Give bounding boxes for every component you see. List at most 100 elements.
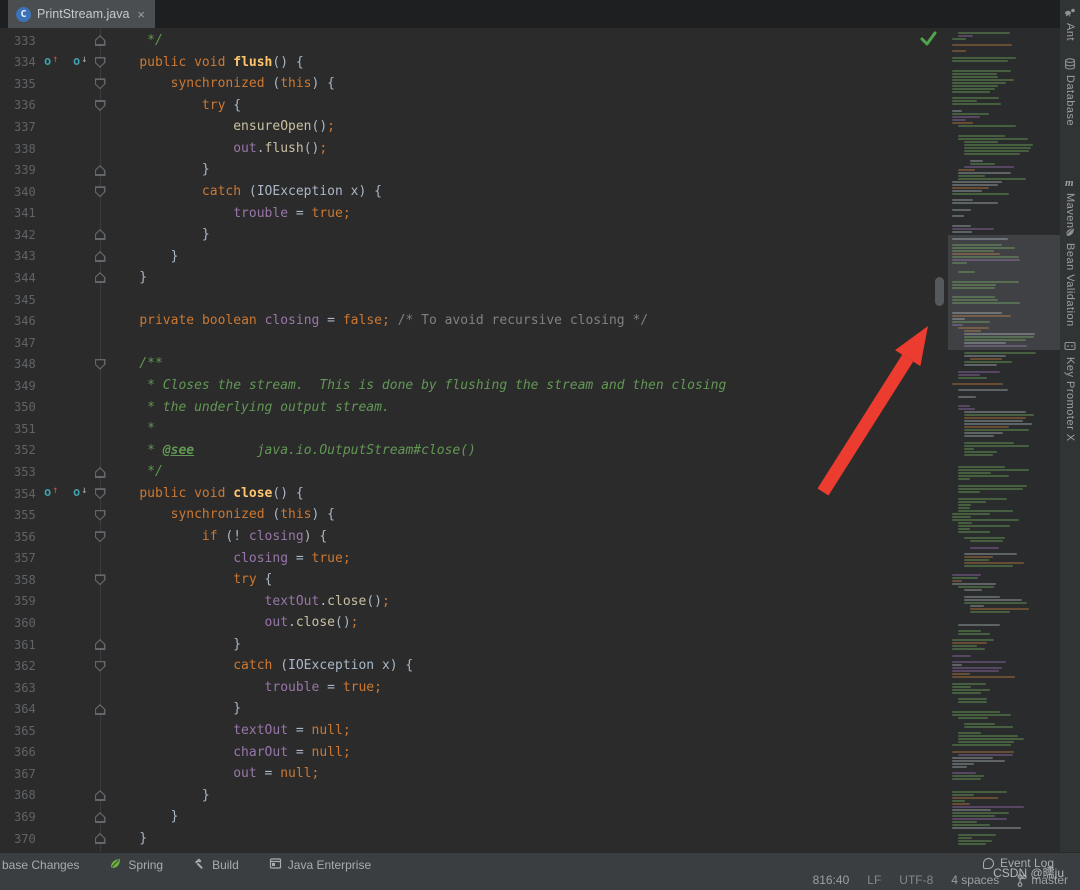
code-text[interactable]: catch (IOException x) { (108, 181, 382, 203)
method-is-overridden-icon[interactable]: o ↓ (73, 54, 87, 68)
line-number[interactable]: 354 (0, 487, 40, 501)
fold-start-marker-icon[interactable] (94, 531, 106, 543)
line-number[interactable]: 343 (0, 249, 40, 263)
toolwindow-button-key-promoter-x[interactable]: Key Promoter X (1060, 340, 1080, 442)
code-text[interactable]: * @see java.io.OutputStream#close() (108, 440, 476, 462)
fold-start-marker-icon[interactable] (94, 574, 106, 586)
fold-start-marker-icon[interactable] (94, 358, 106, 370)
code-text[interactable]: public void flush() { (108, 52, 303, 74)
fold-end-marker-icon[interactable] (95, 704, 106, 715)
line-number[interactable]: 337 (0, 120, 40, 134)
editor-scrollbar-thumb[interactable] (935, 277, 944, 306)
line-number[interactable]: 347 (0, 336, 40, 350)
line-number[interactable]: 368 (0, 788, 40, 802)
line-number[interactable]: 365 (0, 724, 40, 738)
fold-end-marker-icon[interactable] (95, 833, 106, 844)
line-number[interactable]: 339 (0, 163, 40, 177)
code-text[interactable]: */ (108, 30, 163, 52)
fold-end-marker-icon[interactable] (95, 35, 106, 46)
line-number[interactable]: 340 (0, 185, 40, 199)
code-text[interactable]: out.flush(); (108, 138, 327, 160)
fold-start-marker-icon[interactable] (94, 56, 106, 68)
fold-end-marker-icon[interactable] (95, 251, 106, 262)
line-number[interactable]: 370 (0, 832, 40, 846)
line-number[interactable]: 363 (0, 681, 40, 695)
inspection-ok-icon[interactable] (919, 29, 938, 53)
line-number[interactable]: 367 (0, 767, 40, 781)
overrides-method-icon[interactable]: o ↑ (44, 54, 58, 68)
code-text[interactable]: textOut = null; (108, 720, 350, 742)
code-text[interactable]: */ (108, 461, 163, 483)
line-number[interactable]: 352 (0, 443, 40, 457)
line-number[interactable]: 346 (0, 314, 40, 328)
code-text[interactable]: } (108, 246, 179, 268)
line-number[interactable]: 364 (0, 702, 40, 716)
code-text[interactable]: charOut = null; (108, 742, 350, 764)
toolwindow-button-bean-validation[interactable]: Bean Validation (1060, 226, 1080, 327)
code-text[interactable]: * Closes the stream. This is done by flu… (108, 375, 726, 397)
tab-close-icon[interactable]: × (135, 8, 145, 21)
code-text[interactable]: if (! closing) { (108, 526, 327, 548)
code-text[interactable]: out.close(); (108, 612, 359, 634)
fold-end-marker-icon[interactable] (95, 229, 106, 240)
code-text[interactable]: } (108, 634, 241, 656)
toolwindow-button-java-enterprise[interactable]: Java Enterprise (269, 857, 371, 873)
toolwindow-button-maven[interactable]: m Maven (1060, 176, 1080, 229)
line-number[interactable]: 357 (0, 551, 40, 565)
line-number[interactable]: 349 (0, 379, 40, 393)
minimap-viewport[interactable] (948, 235, 1060, 350)
line-number[interactable]: 338 (0, 142, 40, 156)
line-number[interactable]: 362 (0, 659, 40, 673)
toolwindow-button-database[interactable]: Database (1060, 58, 1080, 126)
line-number[interactable]: 336 (0, 98, 40, 112)
code-text[interactable]: try { (108, 95, 241, 117)
code-text[interactable]: catch (IOException x) { (108, 655, 413, 677)
line-number[interactable]: 355 (0, 508, 40, 522)
code-text[interactable]: synchronized (this) { (108, 504, 335, 526)
fold-end-marker-icon[interactable] (95, 790, 106, 801)
code-text[interactable]: } (108, 828, 147, 850)
file-encoding[interactable]: UTF-8 (899, 873, 933, 887)
code-text[interactable]: /** (108, 353, 163, 375)
fold-start-marker-icon[interactable] (94, 78, 106, 90)
line-number[interactable]: 334 (0, 55, 40, 69)
fold-end-marker-icon[interactable] (95, 272, 106, 283)
code-text[interactable]: try { (108, 569, 272, 591)
code-text[interactable]: trouble = true; (108, 203, 350, 225)
line-separator[interactable]: LF (867, 873, 881, 887)
code-text[interactable]: * (108, 418, 155, 440)
line-number[interactable]: 344 (0, 271, 40, 285)
line-number[interactable]: 369 (0, 810, 40, 824)
code-text[interactable]: } (108, 224, 210, 246)
fold-start-marker-icon[interactable] (94, 660, 106, 672)
code-minimap[interactable] (948, 28, 1060, 852)
line-number[interactable]: 360 (0, 616, 40, 630)
toolwindow-button-build[interactable]: Build (193, 857, 239, 873)
fold-start-marker-icon[interactable] (94, 488, 106, 500)
code-text[interactable]: } (108, 698, 241, 720)
toolwindow-button-spring[interactable]: Spring (109, 857, 163, 873)
line-number[interactable]: 351 (0, 422, 40, 436)
overrides-method-icon[interactable]: o ↑ (44, 485, 58, 499)
fold-end-marker-icon[interactable] (95, 639, 106, 650)
code-text[interactable]: public void close() { (108, 483, 303, 505)
toolwindow-button-base-changes[interactable]: base Changes (2, 858, 79, 872)
method-is-overridden-icon[interactable]: o ↓ (73, 485, 87, 499)
fold-start-marker-icon[interactable] (94, 186, 106, 198)
code-text[interactable]: } (108, 267, 147, 289)
fold-end-marker-icon[interactable] (95, 165, 106, 176)
toolwindow-button-ant[interactable]: Ant (1060, 6, 1080, 41)
code-text[interactable]: trouble = true; (108, 677, 382, 699)
line-number[interactable]: 350 (0, 400, 40, 414)
line-number[interactable]: 345 (0, 293, 40, 307)
code-text[interactable]: private boolean closing = false; /* To a… (108, 310, 648, 332)
line-number[interactable]: 342 (0, 228, 40, 242)
line-number[interactable]: 359 (0, 594, 40, 608)
line-number[interactable]: 348 (0, 357, 40, 371)
tab-printstream-java[interactable]: C PrintStream.java × (8, 0, 155, 28)
fold-end-marker-icon[interactable] (95, 467, 106, 478)
code-editor[interactable]: 333 */334 o ↑ o ↓ public void flush() {335 s… (0, 28, 948, 852)
caret-position[interactable]: 816:40 (813, 873, 850, 887)
code-text[interactable]: textOut.close(); (108, 591, 390, 613)
fold-start-marker-icon[interactable] (94, 99, 106, 111)
